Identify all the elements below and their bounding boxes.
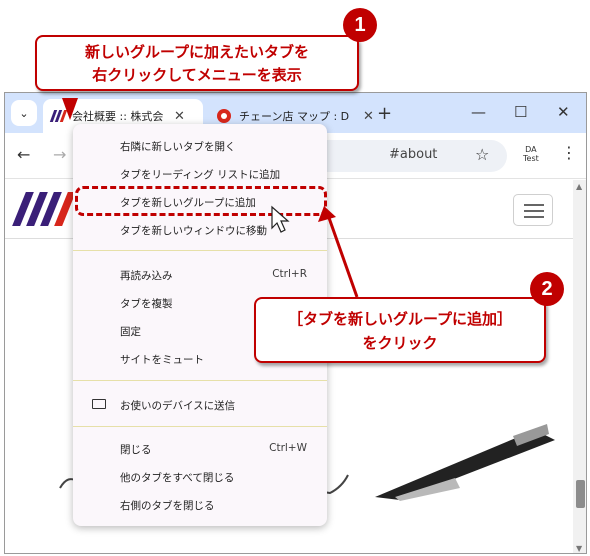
close-icon[interactable]: ✕ <box>363 109 374 124</box>
menu-item-label: 右隣に新しいタブを開く <box>120 141 236 153</box>
step-2-badge: 2 <box>530 272 564 306</box>
menu-item-label: タブを新しいウィンドウに移動 <box>120 225 267 237</box>
menu-item-label: お使いのデバイスに送信 <box>120 400 236 412</box>
menu-item-close-others[interactable]: 他のタブをすべて閉じる <box>73 463 327 491</box>
callout-1-line-2: 右クリックしてメニューを表示 <box>92 66 302 84</box>
callout-1: 新しいグループに加えたいタブを 右クリックしてメニューを表示 <box>35 35 359 91</box>
menu-item-close-right[interactable]: 右側のタブを閉じる <box>73 491 327 519</box>
menu-item-label: タブをリーディング リストに追加 <box>120 169 281 181</box>
tab-title: チェーン店 マップ : D <box>239 110 350 123</box>
menu-item-shortcut: Ctrl+W <box>269 442 307 454</box>
site-logo[interactable] <box>12 188 77 228</box>
menu-item-label: 右側のタブを閉じる <box>120 500 215 512</box>
menu-item-label: 他のタブをすべて閉じる <box>120 472 235 484</box>
tab-search-button[interactable]: ⌄ <box>11 100 37 126</box>
screenshot-stage: ⌄ 会社概要 :: 株式会 ✕ チェーン店 マップ : D ✕ + — ☐ ✕ … <box>0 0 590 556</box>
kebab-menu-icon[interactable]: ⋮ <box>561 143 577 162</box>
menu-item-label: 閉じる <box>120 444 152 456</box>
tab-title: 会社概要 :: 株式会 <box>72 110 164 123</box>
menu-item-label: タブを複製 <box>120 298 173 310</box>
scroll-up-icon[interactable]: ▲ <box>576 182 582 191</box>
minimize-icon[interactable]: — <box>471 103 486 121</box>
star-icon[interactable]: ☆ <box>475 145 489 164</box>
crab-favicon <box>217 109 231 123</box>
menu-item-add-reading-list[interactable]: タブをリーディング リストに追加 <box>73 160 327 188</box>
window-close-icon[interactable]: ✕ <box>557 103 570 121</box>
hamburger-icon[interactable] <box>513 194 553 226</box>
scroll-down-icon[interactable]: ▼ <box>576 544 582 553</box>
menu-item-move-new-window[interactable]: タブを新しいウィンドウに移動 <box>73 216 327 244</box>
menu-item-send-to-devices[interactable]: お使いのデバイスに送信 <box>73 391 327 419</box>
menu-item-label: 固定 <box>120 326 141 338</box>
maximize-icon[interactable]: ☐ <box>514 103 527 121</box>
close-icon[interactable]: ✕ <box>174 109 185 124</box>
menu-item-close[interactable]: 閉じる Ctrl+W <box>73 435 327 463</box>
profile-initials: DA <box>525 145 537 154</box>
callout-2-line-1: ［タブを新しいグループに追加］ <box>287 310 513 328</box>
laptop-icon <box>92 399 106 409</box>
callout-1-line-1: 新しいグループに加えたいタブを <box>84 43 310 61</box>
menu-separator <box>73 380 327 381</box>
highlight-box <box>75 186 327 216</box>
menu-item-label: 再読み込み <box>120 270 173 282</box>
menu-item-reload[interactable]: 再読み込み Ctrl+R <box>73 261 327 289</box>
menu-separator <box>73 250 327 251</box>
menu-item-label: サイトをミュート <box>120 354 204 366</box>
scroll-thumb[interactable] <box>576 480 585 508</box>
vertical-scrollbar[interactable]: ▲ ▼ <box>573 180 586 553</box>
step-1-badge: 1 <box>343 8 377 42</box>
site-favicon <box>49 109 69 123</box>
menu-item-new-tab-right[interactable]: 右隣に新しいタブを開く <box>73 132 327 160</box>
menu-item-shortcut: Ctrl+R <box>272 268 307 280</box>
forward-arrow-icon[interactable]: → <box>53 145 66 164</box>
menu-separator <box>73 426 327 427</box>
chevron-down-icon: ⌄ <box>19 106 29 120</box>
back-arrow-icon[interactable]: ← <box>17 145 30 164</box>
profile-button[interactable]: DA Test <box>523 145 539 163</box>
url-text: #about <box>389 147 438 162</box>
callout-2-line-2: をクリック <box>362 334 438 352</box>
profile-name: Test <box>523 154 539 163</box>
plus-icon[interactable]: + <box>377 103 392 124</box>
callout-2: ［タブを新しいグループに追加］ をクリック <box>254 297 546 363</box>
